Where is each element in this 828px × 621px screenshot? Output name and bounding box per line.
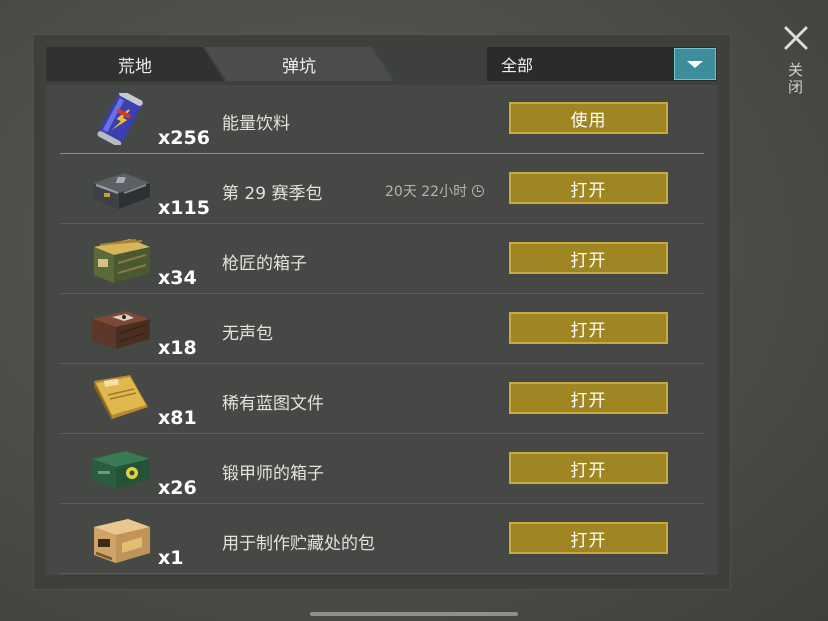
timer-text: 20天 22小时: [385, 184, 468, 200]
tab-wasteland[interactable]: 荒地: [46, 47, 224, 81]
divider: [60, 293, 704, 294]
open-button[interactable]: 打开: [509, 522, 668, 554]
chevron-down-icon: [687, 60, 703, 68]
open-button[interactable]: 打开: [509, 172, 668, 204]
tab-crater[interactable]: 弹坑: [204, 47, 394, 81]
divider: [60, 223, 704, 224]
item-name: 用于制作贮藏处的包: [222, 534, 375, 554]
use-button[interactable]: 使用: [509, 102, 668, 134]
item-quantity: x115: [158, 197, 210, 219]
list-item: x18 无声包 打开: [46, 295, 718, 364]
list-item: x256 能量饮料 使用: [46, 85, 718, 154]
open-button[interactable]: 打开: [509, 242, 668, 274]
gunsmith-crate-icon: [94, 239, 150, 283]
open-button[interactable]: 打开: [509, 452, 668, 484]
item-name: 能量饮料: [222, 114, 290, 134]
tab-label: 弹坑: [282, 56, 316, 77]
close-icon[interactable]: [782, 24, 810, 52]
item-quantity: x1: [158, 547, 184, 569]
armorer-crate-icon: [92, 451, 150, 489]
home-indicator[interactable]: [310, 612, 518, 616]
item-quantity: x256: [158, 127, 210, 149]
time-remaining: 20天 22小时: [385, 181, 485, 201]
silent-pack-crate-icon: [92, 311, 150, 349]
divider: [60, 503, 704, 504]
clock-icon: [472, 185, 485, 197]
energy-drink-can-icon: [97, 93, 143, 145]
item-name: 稀有蓝图文件: [222, 394, 324, 414]
item-list[interactable]: x256 能量饮料 使用 x115 第 29 赛季包 20天 22小时 打开 x…: [46, 85, 718, 575]
tab-label: 荒地: [118, 56, 152, 77]
list-item: x34 枪匠的箱子 打开: [46, 225, 718, 294]
stash-pack-box-icon: [94, 519, 150, 563]
item-quantity: x18: [158, 337, 197, 359]
item-quantity: x34: [158, 267, 197, 289]
divider: [60, 153, 704, 154]
divider: [60, 573, 704, 574]
item-quantity: x26: [158, 477, 197, 499]
season-pack-case-icon: [93, 173, 150, 209]
item-name: 锻甲师的箱子: [222, 464, 324, 484]
filter-dropdown[interactable]: 全部: [487, 47, 717, 81]
list-item: x115 第 29 赛季包 20天 22小时 打开: [46, 155, 718, 224]
list-item: x1 用于制作贮藏处的包 打开: [46, 505, 718, 574]
item-quantity: x81: [158, 407, 197, 429]
item-name: 第 29 赛季包: [222, 184, 323, 204]
list-item: x81 稀有蓝图文件 打开: [46, 365, 718, 434]
divider: [60, 363, 704, 364]
dropdown-toggle-button[interactable]: [674, 48, 716, 80]
open-button[interactable]: 打开: [509, 312, 668, 344]
blueprint-folder-icon: [94, 375, 148, 421]
inventory-panel: 荒地 弹坑 全部 x256 能量饮料 使用 x115 第 29 赛季包 20天 …: [33, 34, 731, 590]
close-label[interactable]: 关闭: [786, 62, 806, 96]
list-item: x26 锻甲师的箱子 打开: [46, 435, 718, 504]
item-name: 枪匠的箱子: [222, 254, 307, 274]
divider: [60, 433, 704, 434]
open-button[interactable]: 打开: [509, 382, 668, 414]
filter-selected-value: 全部: [501, 56, 534, 75]
item-name: 无声包: [222, 324, 273, 344]
